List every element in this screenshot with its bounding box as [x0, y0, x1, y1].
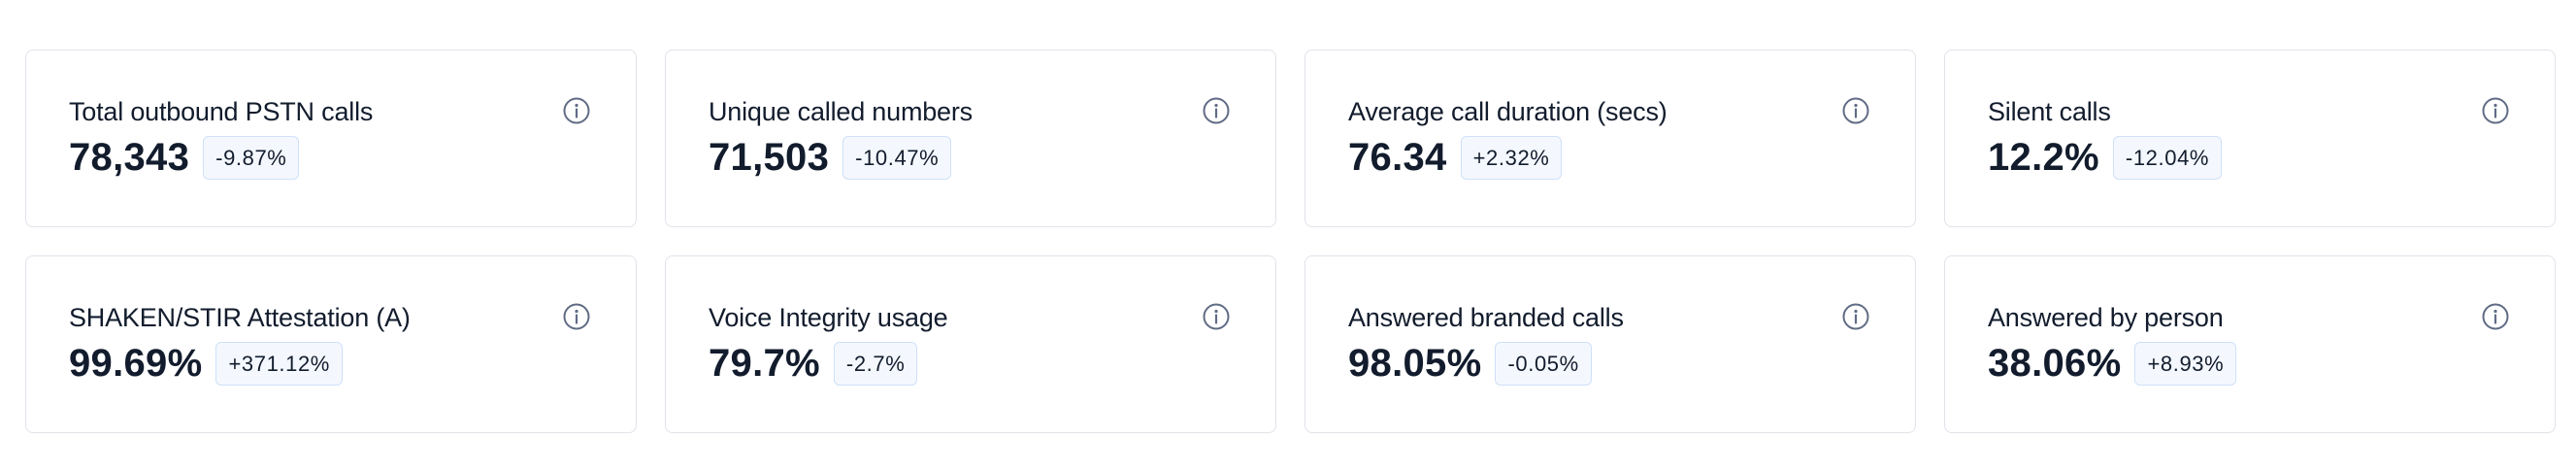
metric-title: Answered by person	[1988, 303, 2224, 332]
metric-row: 38.06% +8.93%	[1988, 340, 2512, 387]
metric-card-answered-branded-calls: Answered branded calls 98.05% -0.05%	[1305, 255, 1916, 433]
metric-title: Unique called numbers	[709, 97, 973, 126]
metric-title: Answered branded calls	[1348, 303, 1624, 332]
info-icon[interactable]	[1202, 96, 1231, 125]
change-badge: -9.87%	[203, 135, 300, 180]
change-badge: -2.7%	[833, 341, 918, 386]
info-icon[interactable]	[2481, 96, 2510, 125]
metric-row: 78,343 -9.87%	[69, 134, 593, 181]
change-badge: +8.93%	[2134, 341, 2237, 386]
metric-card-silent-calls: Silent calls 12.2% -12.04%	[1944, 50, 2556, 227]
metric-card-unique-called-numbers: Unique called numbers 71,503 -10.47%	[665, 50, 1276, 227]
info-icon[interactable]	[1202, 302, 1231, 331]
change-badge: -12.04%	[2112, 135, 2223, 180]
info-icon[interactable]	[562, 96, 591, 125]
metrics-grid: Total outbound PSTN calls 78,343 -9.87% …	[25, 50, 2559, 433]
info-icon[interactable]	[1841, 96, 1870, 125]
change-badge: -10.47%	[842, 135, 952, 180]
change-badge: -0.05%	[1495, 341, 1592, 386]
metric-value: 38.06%	[1988, 342, 2122, 385]
info-icon[interactable]	[2481, 302, 2510, 331]
metric-card-average-call-duration: Average call duration (secs) 76.34 +2.32…	[1305, 50, 1916, 227]
metric-title: SHAKEN/STIR Attestation (A)	[69, 303, 411, 332]
metric-row: 12.2% -12.04%	[1988, 134, 2512, 181]
metric-row: 79.7% -2.7%	[709, 340, 1233, 387]
metric-row: 99.69% +371.12%	[69, 340, 593, 387]
metric-card-shaken-stir-attestation: SHAKEN/STIR Attestation (A) 99.69% +371.…	[25, 255, 637, 433]
metric-row: 98.05% -0.05%	[1348, 340, 1872, 387]
metric-value: 71,503	[709, 136, 830, 179]
change-badge: +371.12%	[215, 341, 343, 386]
metric-card-answered-by-person: Answered by person 38.06% +8.93%	[1944, 255, 2556, 433]
metric-row: 71,503 -10.47%	[709, 134, 1233, 181]
metric-title: Average call duration (secs)	[1348, 97, 1668, 126]
metric-row: 76.34 +2.32%	[1348, 134, 1872, 181]
metric-value: 99.69%	[69, 342, 203, 385]
metric-card-voice-integrity-usage: Voice Integrity usage 79.7% -2.7%	[665, 255, 1276, 433]
metric-value: 79.7%	[709, 342, 820, 385]
change-badge: +2.32%	[1460, 135, 1563, 180]
metric-card-total-outbound-pstn-calls: Total outbound PSTN calls 78,343 -9.87%	[25, 50, 637, 227]
metric-title: Voice Integrity usage	[709, 303, 948, 332]
info-icon[interactable]	[1841, 302, 1870, 331]
metric-value: 12.2%	[1988, 136, 2099, 179]
metric-value: 98.05%	[1348, 342, 1482, 385]
info-icon[interactable]	[562, 302, 591, 331]
metric-value: 76.34	[1348, 136, 1447, 179]
metric-title: Silent calls	[1988, 97, 2111, 126]
metric-value: 78,343	[69, 136, 190, 179]
metric-title: Total outbound PSTN calls	[69, 97, 374, 126]
